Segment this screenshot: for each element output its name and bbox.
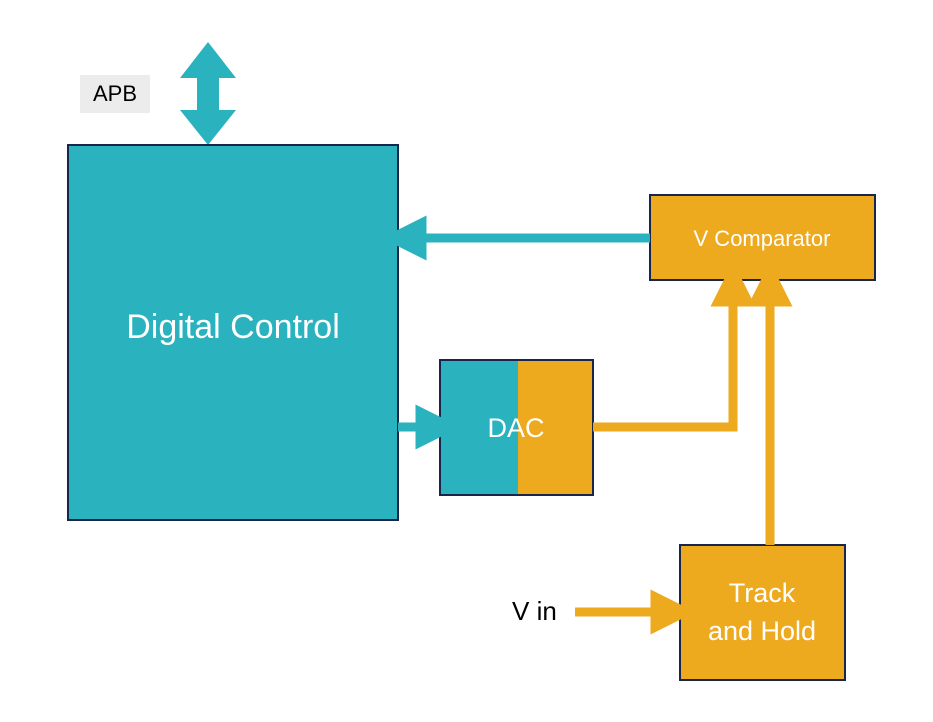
digital-control-label: Digital Control [126,308,340,346]
arrow-dac-to-comparator [593,302,733,427]
apb-double-arrow [180,42,236,145]
digital-control-block: Digital Control [68,145,398,520]
apb-label: APB [93,81,137,106]
track-and-hold-line1: Track [729,578,796,608]
dac-block: DAC [440,360,593,495]
adc-block-diagram: APB Digital Control DAC V Comparator Tra… [0,0,933,722]
dac-label: DAC [487,413,544,443]
vin-label: V in [512,596,557,626]
track-and-hold-block: Track and Hold [680,545,845,680]
track-and-hold-line2: and Hold [708,616,816,646]
apb-label-box: APB [80,75,150,113]
v-comparator-block: V Comparator [650,195,875,280]
v-comparator-label: V Comparator [694,226,831,251]
